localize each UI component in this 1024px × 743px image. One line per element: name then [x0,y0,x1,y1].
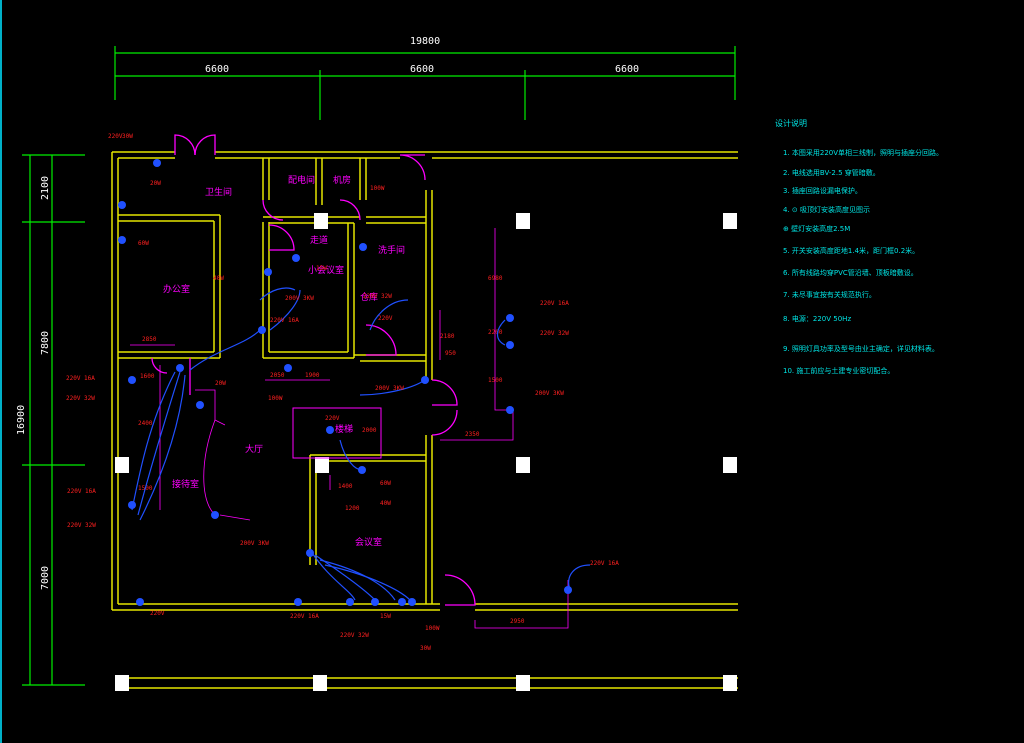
row-height-1: 2100 [40,176,51,200]
svg-text:220V 32W: 220V 32W [67,522,96,529]
room-label: 卫生间 [205,186,232,198]
row-height-2: 7800 [40,331,51,355]
svg-text:220V 32W: 220V 32W [540,330,569,337]
svg-text:2850: 2850 [142,336,157,343]
design-notes: 设计说明 1. 本图采用220V单相三线制，照明与插座分回路。 2. 电线选用B… [775,118,1015,375]
svg-text:220V 16A: 220V 16A [590,560,619,567]
room-label: 配电间 [288,174,315,186]
note-item: ⊕ 壁灯安装高度2.5M [783,225,851,233]
svg-text:200V 3KW: 200V 3KW [535,390,564,397]
total-height-label: 16900 [16,405,27,435]
svg-text:2200: 2200 [488,329,503,336]
note-item: 8. 电源：220V 50Hz [783,315,852,323]
svg-text:2400: 2400 [138,420,153,427]
room-label: 楼梯 [335,423,353,435]
svg-text:220V: 220V [108,133,123,140]
svg-text:220V: 220V [150,610,165,617]
notes-title: 设计说明 [775,119,807,128]
svg-text:220V 16A: 220V 16A [290,613,319,620]
svg-text:220V 32W: 220V 32W [363,293,392,300]
svg-text:40W: 40W [380,500,391,507]
svg-text:200V 3KW: 200V 3KW [375,385,404,392]
svg-text:30W: 30W [420,645,431,652]
svg-text:950: 950 [445,350,456,357]
svg-text:220V 16A: 220V 16A [540,300,569,307]
svg-text:1600: 1600 [140,373,155,380]
light-fixtures [118,159,572,606]
note-item: 4. ⊙ 吸顶灯安装高度见图示 [783,206,870,214]
svg-text:1400: 1400 [338,483,353,490]
svg-text:220V 32W: 220V 32W [66,395,95,402]
room-label: 办公室 [163,283,190,295]
room-label: 洗手间 [378,244,405,256]
svg-text:220V 16A: 220V 16A [67,488,96,495]
svg-text:220V 16A: 220V 16A [270,317,299,324]
svg-text:220V 32W: 220V 32W [340,632,369,639]
svg-text:15W: 15W [316,265,327,272]
svg-text:100W: 100W [370,185,385,192]
row-height-3: 7000 [40,566,51,590]
svg-text:220V: 220V [325,415,340,422]
svg-text:100W: 100W [425,625,440,632]
inner-dim-texts: 6980 2200 1500 2350 2000 2180 1400 2950 … [138,275,525,625]
svg-text:60W: 60W [138,240,149,247]
svg-text:1900: 1900 [305,372,320,379]
svg-text:15W: 15W [380,613,391,620]
svg-text:60W: 60W [380,480,391,487]
svg-text:2000: 2000 [362,427,377,434]
circuit-wiring [131,287,591,601]
room-label: 机房 [333,174,351,186]
room-label: 会议室 [355,536,382,548]
total-width-label: 19800 [410,36,440,47]
note-item: 2. 电线选用BV-2.5 穿管暗敷。 [783,169,880,177]
note-item: 9. 照明灯具功率及型号由业主确定，详见材料表。 [783,345,939,353]
walls [111,151,738,689]
svg-text:220V: 220V [378,315,393,322]
svg-text:1500: 1500 [488,377,503,384]
svg-text:20W: 20W [150,180,161,187]
svg-text:100W: 100W [268,395,283,402]
svg-text:2350: 2350 [465,431,480,438]
bay-width-1: 6600 [205,64,229,75]
note-item: 6. 所有线路均穿PVC管沿墙、顶板暗敷设。 [783,269,918,277]
note-item: 10. 施工前应与土建专业密切配合。 [783,367,895,375]
svg-text:200V 3KW: 200V 3KW [240,540,269,547]
svg-text:2950: 2950 [510,618,525,625]
svg-text:220V 16A: 220V 16A [66,375,95,382]
svg-text:200V 3KW: 200V 3KW [285,295,314,302]
note-item: 3. 插座回路设漏电保护。 [783,187,862,195]
dimension-lines [22,46,736,686]
note-item: 7. 未尽事宜按有关规范执行。 [783,291,876,299]
bay-width-3: 6600 [615,64,639,75]
svg-text:20W: 20W [215,380,226,387]
note-item: 1. 本图采用220V单相三线制，照明与插座分回路。 [783,149,944,157]
svg-text:2050: 2050 [270,372,285,379]
svg-text:6980: 6980 [488,275,503,282]
svg-text:2180: 2180 [440,333,455,340]
svg-text:40W: 40W [213,275,224,282]
note-item: 5. 开关安装高度距地1.4米，距门框0.2米。 [783,247,920,255]
room-label: 大厅 [245,443,263,455]
room-label: 接待室 [172,478,199,490]
room-label: 走道 [310,234,328,246]
svg-text:30W: 30W [122,133,133,140]
svg-text:1200: 1200 [345,505,360,512]
bay-width-2: 6600 [410,64,434,75]
